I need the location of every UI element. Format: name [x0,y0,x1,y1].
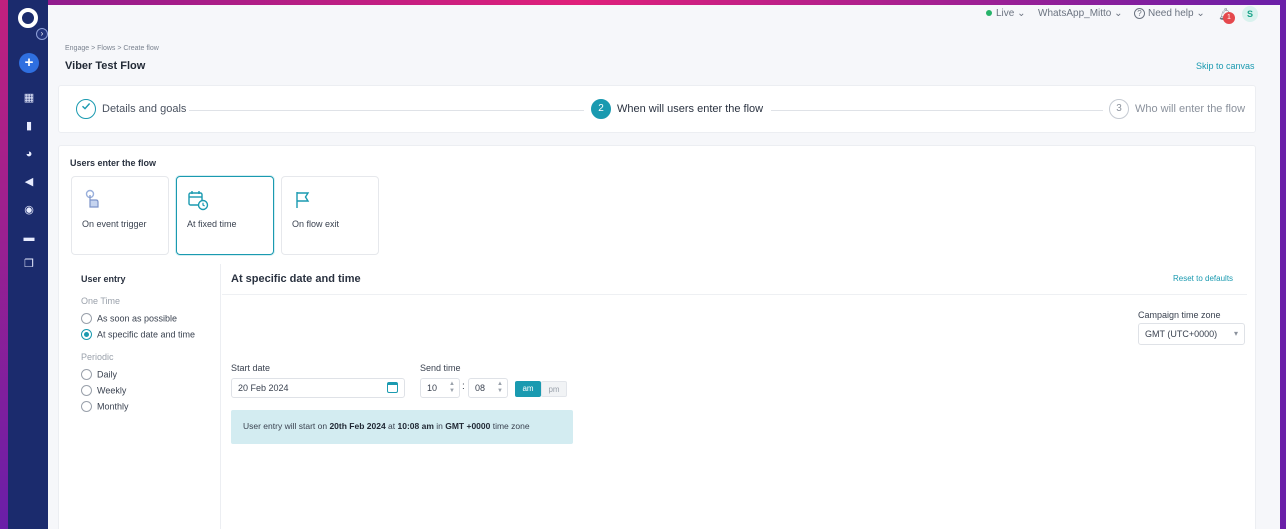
radio-weekly[interactable]: Weekly [81,385,127,397]
timezone-label: Campaign time zone [1138,310,1221,320]
card-on-event-trigger[interactable]: On event trigger [71,176,169,255]
send-time-label: Send time [420,363,461,373]
info-time: 10:08 am [397,421,434,431]
am-toggle[interactable]: am [515,381,541,397]
entry-info-box: User entry will start on 20th Feb 2024 a… [231,410,573,444]
step-label: Who will enter the flow [1135,103,1246,115]
page-title: Viber Test Flow [65,60,146,72]
step-label: Details and goals [102,103,187,115]
time-separator: : [462,381,465,392]
section-title: At specific date and time [231,273,361,285]
step-when-enter[interactable]: 2 When will users enter the flow [591,99,763,119]
info-suffix: time zone [490,421,530,431]
reset-to-defaults-link[interactable]: Reset to defaults [1173,274,1233,283]
document-icon[interactable]: ▬ [22,232,36,244]
radio-circle [81,313,92,325]
start-date-input[interactable]: 20 Feb 2024 [231,378,405,398]
left-rail [0,0,8,529]
account-label: WhatsApp_Mitto [1038,8,1112,19]
create-plus-button[interactable]: + [19,53,39,73]
dashboard-icon[interactable]: ▦ [22,92,36,104]
info-timezone: GMT +0000 [445,421,491,431]
pm-toggle[interactable]: pm [541,381,567,397]
app-sidebar: › + ▦ ▮ ◕ ◀ ◉ ▬ ❐ [8,0,48,529]
megaphone-icon[interactable]: ◀ [22,176,36,188]
breadcrumb[interactable]: Engage > Flows > Create flow [65,45,159,52]
step-number: 2 [591,99,611,119]
periodic-label: Periodic [81,352,114,362]
check-icon [76,99,96,119]
step-details-and-goals[interactable]: Details and goals [76,99,186,119]
radio-monthly[interactable]: Monthly [81,401,129,413]
spinner-arrows-icon[interactable]: ▲ ▼ [497,381,503,395]
card-on-flow-exit[interactable]: On flow exit [281,176,379,255]
skip-to-canvas-link[interactable]: Skip to canvas [1196,61,1255,71]
card-label: On event trigger [82,219,147,229]
calendar-clock-icon [188,191,209,211]
help-dropdown[interactable]: ? Need help ⌄ [1134,8,1205,19]
top-bar: Live ⌄ WhatsApp_Mitto ⌄ ?Need help ⌄ 🔔︎ … [48,5,1280,24]
info-at: at [385,421,398,431]
tap-icon [85,189,99,208]
live-status-dropdown[interactable]: Live ⌄ [986,8,1026,19]
step-connector [771,110,1103,111]
avatar[interactable]: S [1242,6,1258,22]
radio-circle [81,401,92,413]
help-icon: ? [1134,8,1145,19]
step-number: 3 [1109,99,1129,119]
user-entry-header: User entry [81,274,126,284]
info-in: in [433,421,446,431]
live-dot-icon [986,10,992,16]
account-dropdown[interactable]: WhatsApp_Mitto ⌄ [1038,8,1123,19]
app-logo[interactable] [18,8,38,28]
notification-badge: 1 [1223,12,1235,24]
entry-panel: Users enter the flow On event trigger At… [58,145,1256,529]
card-at-fixed-time[interactable]: At fixed time [176,176,274,255]
spinner-arrows-icon[interactable]: ▲ ▼ [449,381,455,395]
chevron-down-icon: ▾ [1233,329,1238,338]
people-icon[interactable]: ◉ [22,204,36,216]
radio-circle [81,385,92,397]
hour-value: 10 [427,383,438,393]
info-prefix: User entry will start on [243,421,330,431]
radio-specific-date-time[interactable]: At specific date and time [81,329,196,341]
step-connector [189,110,584,111]
info-date: 20th Feb 2024 [329,421,386,431]
collapse-sidebar-icon[interactable]: › [36,28,48,40]
flag-icon [296,192,310,208]
section-title-row: At specific date and time Reset to defau… [222,264,1247,295]
schedule-content: At specific date and time Reset to defau… [222,264,1247,529]
hour-stepper[interactable]: 10 ▲ ▼ [420,378,460,398]
live-label: Live [996,8,1015,19]
radio-label: Weekly [97,385,127,396]
panel-heading: Users enter the flow [70,158,157,168]
step-who-enter[interactable]: 3 Who will enter the flow [1109,99,1245,119]
user-entry-options: User entry One Time As soon as possible … [71,264,221,529]
card-label: On flow exit [292,219,340,229]
timezone-select[interactable]: GMT (UTC+0000) ▾ [1138,323,1245,345]
start-date-label: Start date [231,363,271,373]
radio-circle-selected [81,329,92,341]
step-label: When will users enter the flow [617,103,764,115]
radio-as-soon-as-possible[interactable]: As soon as possible [81,313,178,325]
pie-chart-icon[interactable]: ◕ [22,148,36,160]
calendar-icon[interactable] [387,382,398,393]
radio-label: At specific date and time [97,329,196,340]
one-time-label: One Time [81,296,121,306]
flow-stepper: Details and goals 2 When will users enter… [58,85,1256,133]
radio-label: Monthly [97,401,129,412]
start-date-value: 20 Feb 2024 [238,383,289,393]
card-label: At fixed time [187,219,237,229]
timezone-value: GMT (UTC+0000) [1145,329,1218,339]
templates-icon[interactable]: ❐ [22,258,36,270]
radio-label: Daily [97,369,118,380]
help-label: Need help [1148,8,1194,19]
analytics-icon[interactable]: ▮ [22,120,36,132]
radio-label: As soon as possible [97,313,178,324]
main-area: Live ⌄ WhatsApp_Mitto ⌄ ?Need help ⌄ 🔔︎ … [48,5,1280,529]
radio-daily[interactable]: Daily [81,369,118,381]
minute-stepper[interactable]: 08 ▲ ▼ [468,378,508,398]
radio-circle [81,369,92,381]
minute-value: 08 [475,383,486,393]
